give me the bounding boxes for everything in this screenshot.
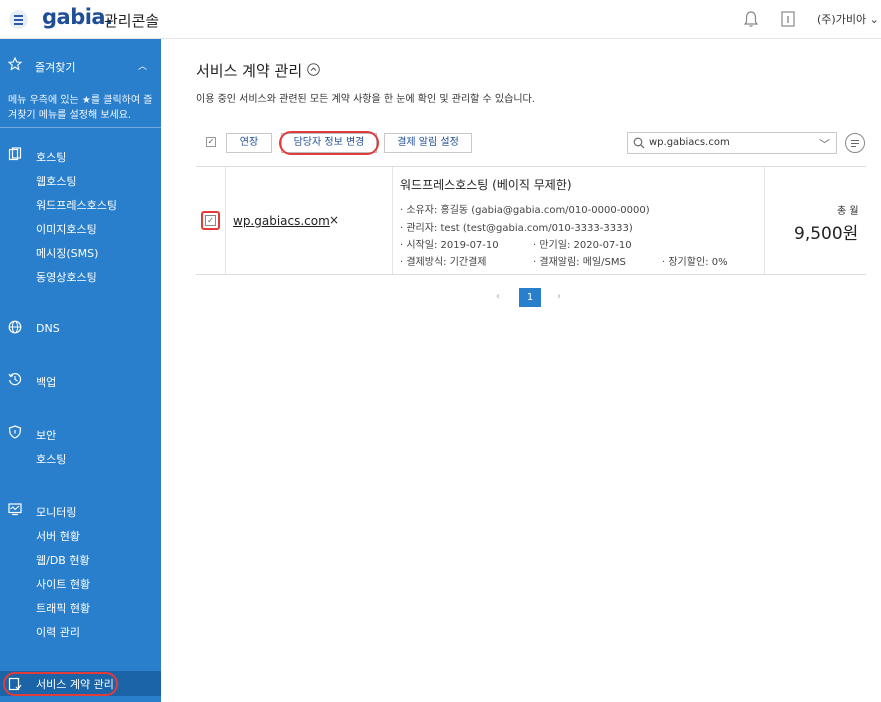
sidebar-item-image-hosting[interactable]: 이미지호스팅 <box>36 221 97 237</box>
highlight-ring <box>3 672 118 696</box>
end-date: · 만기일: 2020-07-10 <box>533 240 632 251</box>
table-border-top <box>196 166 866 167</box>
chevron-down-icon[interactable]: ﹀ <box>819 136 830 152</box>
account-menu[interactable]: (주)가비아 ⌄ <box>817 11 879 27</box>
payment-notice: · 결재알림: 메일/SMS <box>533 257 626 268</box>
gabia-logo[interactable]: gabia. <box>42 5 113 29</box>
highlight-ring <box>279 131 379 155</box>
payment-method: · 결제방식: 기간결제 <box>400 257 487 268</box>
payment-alert-button[interactable]: 결제 알림 설정 <box>384 133 472 153</box>
backup-clock-icon <box>8 373 22 386</box>
sidebar-item-wordpress-hosting[interactable]: 워드프레스호스팅 <box>36 197 117 213</box>
table-divider <box>225 167 226 274</box>
page-title: 서비스 계약 관리 <box>196 62 303 80</box>
sidebar-item-web-hosting[interactable]: 웹호스팅 <box>36 173 76 189</box>
sidebar-item-history[interactable]: 이력 관리 <box>36 624 80 640</box>
sidebar-item-server-status[interactable]: 서버 현황 <box>36 528 80 544</box>
sidebar-section-hosting[interactable]: 호스팅 <box>36 149 66 165</box>
total-price: 9,500원 <box>794 224 859 244</box>
table-divider <box>764 167 765 274</box>
sidebar-divider <box>0 127 161 128</box>
sidebar: 즐겨찾기 ︿ 메뉴 우측에 있는 ★를 클릭하여 즐겨찾기 메뉴를 설정해 보세… <box>0 39 161 702</box>
search-icon <box>633 137 645 149</box>
service-name: 워드프레스호스팅 (베이직 무제한) <box>400 178 572 192</box>
sidebar-item-video-hosting[interactable]: 동영상호스팅 <box>36 269 97 285</box>
pager-page-1[interactable]: 1 <box>519 288 541 307</box>
table-border-bottom <box>196 274 866 275</box>
sidebar-item-web-db-status[interactable]: 웹/DB 현황 <box>36 552 90 568</box>
favorites-description: 메뉴 우측에 있는 ★를 클릭하여 즐겨찾기 메뉴를 설정해 보세요. <box>8 95 153 121</box>
shield-icon <box>8 425 22 439</box>
chevron-down-icon: ⌄ <box>869 13 879 26</box>
sidebar-section-security[interactable]: 보안 <box>36 427 56 443</box>
total-monthly-label: 총 월 <box>837 206 859 217</box>
monitor-icon <box>8 503 22 516</box>
star-icon <box>8 57 22 71</box>
sidebar-section-monitoring[interactable]: 모니터링 <box>36 504 76 520</box>
start-date: · 시작일: 2019-07-10 <box>400 240 499 251</box>
collapse-icon[interactable] <box>307 63 320 76</box>
console-title: 관리콘솔 <box>104 12 160 30</box>
chevron-up-icon[interactable]: ︿ <box>138 59 147 72</box>
top-header: gabia. 관리콘솔 (주)가비아 ⌄ <box>0 0 881 39</box>
search-value: wp.gabiacs.com <box>649 137 730 148</box>
highlight-ring <box>201 211 220 230</box>
select-all-checkbox[interactable]: ✓ <box>206 137 216 147</box>
sidebar-item-site-status[interactable]: 사이트 현황 <box>36 576 90 592</box>
notice-doc-icon[interactable] <box>780 10 796 28</box>
hamburger-menu-icon[interactable] <box>9 10 28 29</box>
search-select[interactable]: wp.gabiacs.com ﹀ <box>627 132 837 154</box>
bell-icon[interactable] <box>743 10 759 28</box>
favorites-label: 즐겨찾기 <box>35 61 76 74</box>
long-term-discount: · 장기할인: 0% <box>662 257 728 268</box>
sidebar-item-traffic-status[interactable]: 트래픽 현황 <box>36 600 90 616</box>
pager-next-button[interactable]: › <box>557 291 561 302</box>
account-name: (주)가비아 <box>817 13 867 26</box>
owner-info: · 소유자: 홍길동 (gabia@gabia.com/010-0000-000… <box>400 205 650 216</box>
renew-button[interactable]: 연장 <box>226 133 272 153</box>
pager-prev-button[interactable]: ‹ <box>496 291 500 302</box>
sidebar-item-sms[interactable]: 메시징(SMS) <box>36 245 98 261</box>
hosting-icon <box>8 147 22 161</box>
list-menu-icon[interactable] <box>845 133 865 153</box>
sidebar-favorites[interactable]: 즐겨찾기 ︿ <box>0 55 161 75</box>
sidebar-section-backup[interactable]: 백업 <box>36 374 56 390</box>
table-divider <box>392 167 393 274</box>
sidebar-item-security-hosting[interactable]: 호스팅 <box>36 451 66 467</box>
remove-icon[interactable]: × <box>329 213 339 227</box>
domain-link[interactable]: wp.gabiacs.com <box>233 214 330 228</box>
page-description: 이용 중인 서비스와 관련된 모든 계약 사항을 한 눈에 확인 및 관리할 수… <box>196 94 535 105</box>
admin-info: · 관리자: test (test@gabia.com/010-3333-333… <box>400 223 633 234</box>
globe-icon <box>8 320 22 334</box>
sidebar-section-dns[interactable]: DNS <box>36 322 60 335</box>
